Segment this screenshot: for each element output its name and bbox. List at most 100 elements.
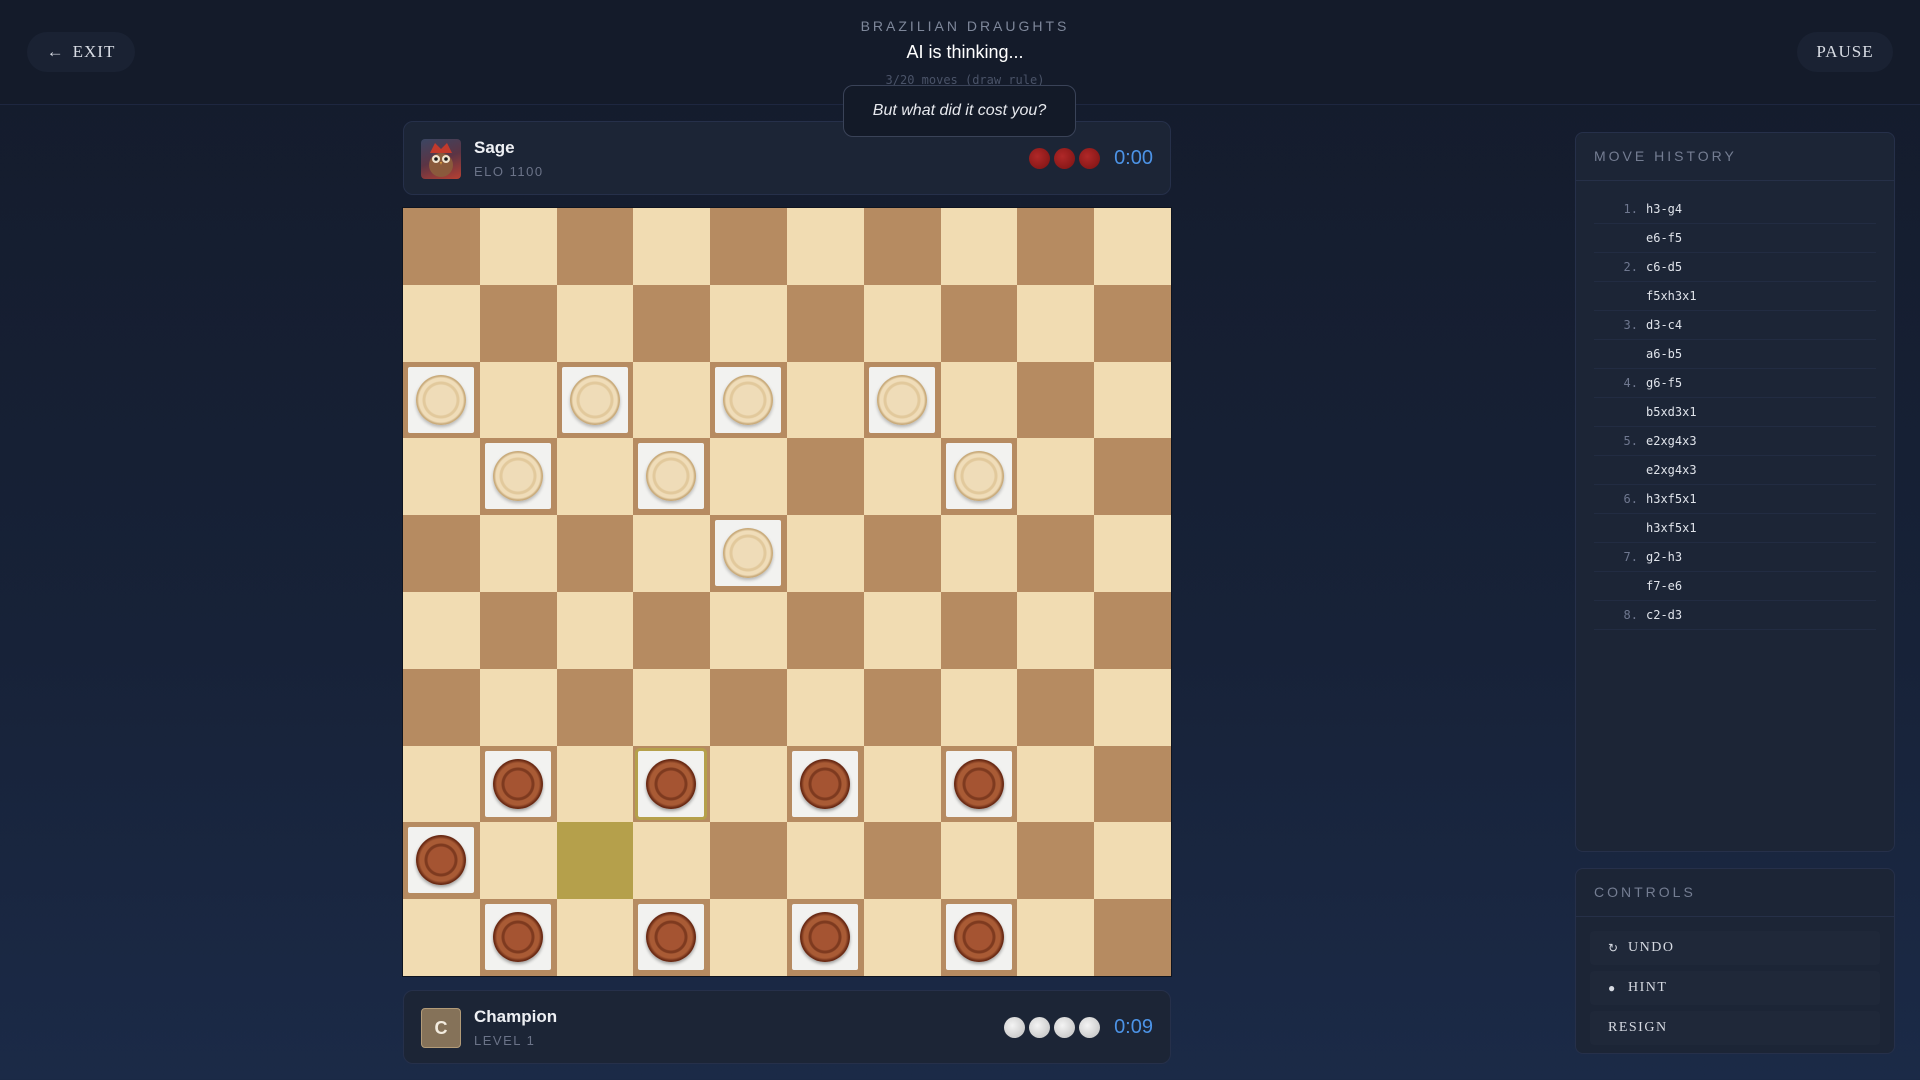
board-square-d10[interactable]	[633, 208, 711, 285]
board-square-d4[interactable]	[633, 668, 711, 746]
board-square-d8[interactable]	[633, 361, 711, 439]
resign-button[interactable]: RESIGN	[1590, 1011, 1880, 1045]
board-square-c9[interactable]	[556, 284, 634, 362]
board-square-e1[interactable]	[710, 899, 787, 976]
board-square-f5[interactable]	[786, 591, 864, 669]
red-piece[interactable]	[791, 904, 858, 971]
board-square-h9[interactable]	[940, 284, 1018, 362]
board-square-j10[interactable]	[1094, 208, 1171, 285]
board-square-g8[interactable]	[863, 361, 941, 439]
board-square-g6[interactable]	[863, 515, 941, 592]
board-square-i7[interactable]	[1017, 438, 1095, 516]
board-square-b3[interactable]	[479, 745, 557, 823]
board-square-c4[interactable]	[556, 668, 634, 746]
board-square-c5[interactable]	[556, 591, 634, 669]
board-square-f7[interactable]	[786, 438, 864, 516]
board-square-c7[interactable]	[556, 438, 634, 516]
board-square-i10[interactable]	[1017, 208, 1095, 285]
hint-button[interactable]: ● HINT	[1590, 971, 1880, 1005]
board-square-a9[interactable]	[403, 284, 480, 362]
board-square-f1[interactable]	[786, 899, 864, 976]
board-square-g10[interactable]	[863, 208, 941, 285]
board-square-g9[interactable]	[863, 284, 941, 362]
board-square-e4[interactable]	[710, 668, 787, 746]
board-square-b5[interactable]	[479, 591, 557, 669]
board-square-j7[interactable]	[1094, 438, 1171, 516]
board-square-d1[interactable]	[633, 899, 711, 976]
board-square-b9[interactable]	[479, 284, 557, 362]
board-square-h2[interactable]	[940, 822, 1018, 900]
board-square-g3[interactable]	[863, 745, 941, 823]
board-square-j5[interactable]	[1094, 591, 1171, 669]
board-square-j2[interactable]	[1094, 822, 1171, 900]
board-square-j8[interactable]	[1094, 361, 1171, 439]
white-piece[interactable]	[945, 443, 1012, 510]
board-square-i9[interactable]	[1017, 284, 1095, 362]
white-piece[interactable]	[868, 366, 935, 433]
pause-button[interactable]: PAUSE	[1797, 32, 1893, 72]
board-square-h10[interactable]	[940, 208, 1018, 285]
board-square-i2[interactable]	[1017, 822, 1095, 900]
white-piece[interactable]	[638, 443, 705, 510]
board-square-j9[interactable]	[1094, 284, 1171, 362]
board-square-c1[interactable]	[556, 899, 634, 976]
board-square-h3[interactable]	[940, 745, 1018, 823]
board-square-e6[interactable]	[710, 515, 787, 592]
white-piece[interactable]	[561, 366, 628, 433]
board-square-e7[interactable]	[710, 438, 787, 516]
board-square-h8[interactable]	[940, 361, 1018, 439]
board-square-a3[interactable]	[403, 745, 480, 823]
red-piece[interactable]	[638, 750, 705, 817]
board-square-d3[interactable]	[633, 745, 711, 823]
board-square-h6[interactable]	[940, 515, 1018, 592]
board-square-d7[interactable]	[633, 438, 711, 516]
white-piece[interactable]	[715, 520, 782, 587]
game-board[interactable]	[403, 208, 1171, 976]
board-square-c3[interactable]	[556, 745, 634, 823]
board-square-j6[interactable]	[1094, 515, 1171, 592]
undo-button[interactable]: ↻ UNDO	[1590, 931, 1880, 965]
white-piece[interactable]	[408, 366, 474, 433]
board-square-a4[interactable]	[403, 668, 480, 746]
red-piece[interactable]	[945, 750, 1012, 817]
red-piece[interactable]	[484, 750, 551, 817]
board-square-a7[interactable]	[403, 438, 480, 516]
board-square-e9[interactable]	[710, 284, 787, 362]
board-square-h5[interactable]	[940, 591, 1018, 669]
board-square-b1[interactable]	[479, 899, 557, 976]
board-square-f6[interactable]	[786, 515, 864, 592]
red-piece[interactable]	[945, 904, 1012, 971]
board-square-e10[interactable]	[710, 208, 787, 285]
board-square-a10[interactable]	[403, 208, 480, 285]
board-square-j3[interactable]	[1094, 745, 1171, 823]
board-square-g5[interactable]	[863, 591, 941, 669]
board-square-c10[interactable]	[556, 208, 634, 285]
board-square-g7[interactable]	[863, 438, 941, 516]
board-square-a2[interactable]	[403, 822, 480, 900]
board-square-a1[interactable]	[403, 899, 480, 976]
white-piece[interactable]	[484, 443, 551, 510]
board-square-i4[interactable]	[1017, 668, 1095, 746]
board-square-b4[interactable]	[479, 668, 557, 746]
board-square-a5[interactable]	[403, 591, 480, 669]
board-square-c8[interactable]	[556, 361, 634, 439]
board-square-b7[interactable]	[479, 438, 557, 516]
red-piece[interactable]	[638, 904, 705, 971]
board-square-f9[interactable]	[786, 284, 864, 362]
board-square-c2[interactable]	[556, 822, 634, 900]
board-square-i6[interactable]	[1017, 515, 1095, 592]
board-square-e3[interactable]	[710, 745, 787, 823]
board-square-g4[interactable]	[863, 668, 941, 746]
board-square-f3[interactable]	[786, 745, 864, 823]
board-square-g2[interactable]	[863, 822, 941, 900]
red-piece[interactable]	[408, 827, 474, 894]
board-square-d5[interactable]	[633, 591, 711, 669]
board-square-d2[interactable]	[633, 822, 711, 900]
board-square-i3[interactable]	[1017, 745, 1095, 823]
board-square-d6[interactable]	[633, 515, 711, 592]
board-square-i1[interactable]	[1017, 899, 1095, 976]
board-square-b2[interactable]	[479, 822, 557, 900]
board-square-e5[interactable]	[710, 591, 787, 669]
board-square-i8[interactable]	[1017, 361, 1095, 439]
board-square-b6[interactable]	[479, 515, 557, 592]
